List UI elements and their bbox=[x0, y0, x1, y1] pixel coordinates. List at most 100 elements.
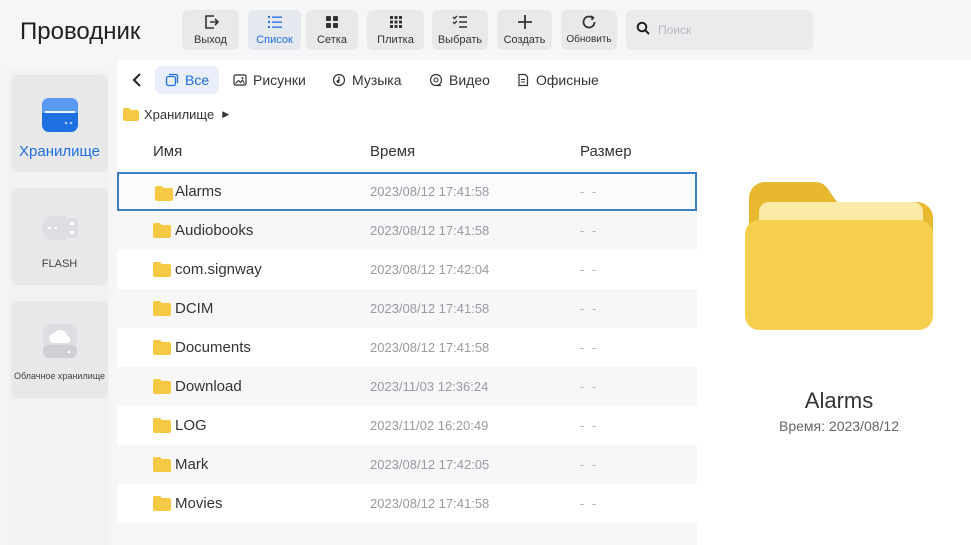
folder-icon bbox=[153, 340, 171, 355]
main-panel: Все Рисунки Музыка Видео Офисные Хранили… bbox=[117, 60, 971, 545]
sidebar-item-cloud-storage[interactable]: Облачное хранилище bbox=[11, 301, 108, 398]
preview-panel: Alarms Время: 2023/08/12 bbox=[697, 100, 971, 545]
storage-icon bbox=[40, 95, 80, 135]
file-explorer-app: Проводник Выход Список Сетка Плитка Выбр… bbox=[0, 0, 971, 545]
breadcrumb-label: Хранилище bbox=[144, 107, 215, 122]
all-files-icon bbox=[165, 73, 179, 87]
tile-view-button[interactable]: Плитка bbox=[367, 10, 424, 50]
large-folder-icon bbox=[745, 182, 933, 330]
table-row[interactable]: Movies 2023/08/12 17:41:58 - - bbox=[117, 484, 697, 523]
folder-icon bbox=[153, 262, 171, 277]
grid-view-button[interactable]: Сетка bbox=[306, 10, 358, 50]
app-title: Проводник bbox=[20, 18, 141, 45]
file-name: Alarms bbox=[175, 183, 222, 200]
table-row[interactable]: Alarms 2023/08/12 17:41:58 - - bbox=[117, 172, 697, 211]
select-button[interactable]: Выбрать bbox=[432, 10, 488, 50]
file-name: Movies bbox=[175, 495, 223, 512]
tab-label: Офисные bbox=[536, 72, 599, 88]
file-name: DCIM bbox=[175, 300, 214, 317]
sidebar-item-label: Хранилище bbox=[19, 143, 100, 160]
tab-label: Музыка bbox=[352, 72, 402, 88]
file-size: - - bbox=[580, 457, 599, 472]
table-row[interactable]: LOG 2023/11/02 16:20:49 - - bbox=[117, 406, 697, 445]
tab-music[interactable]: Музыка bbox=[322, 66, 412, 94]
create-label: Создать bbox=[503, 34, 546, 46]
folder-icon bbox=[153, 301, 171, 316]
sidebar: Хранилище FLASH Облачное хранилище bbox=[7, 70, 109, 545]
table-row bbox=[117, 523, 697, 545]
table-row[interactable]: Audiobooks 2023/08/12 17:41:58 - - bbox=[117, 211, 697, 250]
folder-icon bbox=[153, 379, 171, 394]
table-row[interactable]: DCIM 2023/08/12 17:41:58 - - bbox=[117, 289, 697, 328]
usb-flash-icon bbox=[40, 208, 80, 248]
exit-button[interactable]: Выход bbox=[182, 10, 239, 50]
table-row[interactable]: Download 2023/11/03 12:36:24 - - bbox=[117, 367, 697, 406]
create-button[interactable]: Создать bbox=[497, 10, 552, 50]
column-header-name[interactable]: Имя bbox=[153, 143, 182, 160]
cloud-storage-icon bbox=[40, 321, 80, 361]
tab-office[interactable]: Офисные bbox=[506, 66, 609, 94]
column-header-size[interactable]: Размер bbox=[580, 143, 632, 160]
file-time: 2023/11/02 16:20:49 bbox=[370, 418, 489, 433]
file-size: - - bbox=[580, 184, 599, 199]
file-size: - - bbox=[580, 301, 599, 316]
list-icon bbox=[267, 13, 283, 31]
file-name: Audiobooks bbox=[175, 222, 254, 239]
file-size: - - bbox=[580, 340, 599, 355]
file-name: Mark bbox=[175, 456, 209, 473]
search-input[interactable] bbox=[658, 23, 798, 37]
file-size: - - bbox=[580, 262, 599, 277]
sidebar-item-storage[interactable]: Хранилище bbox=[11, 75, 108, 172]
multi-select-icon bbox=[452, 13, 468, 31]
file-size: - - bbox=[580, 496, 599, 511]
file-name: LOG bbox=[175, 417, 207, 434]
breadcrumb[interactable]: Хранилище ▶ bbox=[123, 107, 229, 122]
file-list: Хранилище ▶ Имя Время Размер Alarms 2023… bbox=[117, 100, 697, 545]
tab-pictures[interactable]: Рисунки bbox=[223, 66, 316, 94]
list-view-button[interactable]: Список bbox=[248, 10, 301, 50]
file-time: 2023/08/12 17:41:58 bbox=[370, 223, 490, 238]
back-icon[interactable] bbox=[127, 70, 147, 90]
grid-label: Сетка bbox=[317, 34, 347, 46]
folder-icon bbox=[153, 457, 171, 472]
select-label: Выбрать bbox=[437, 34, 483, 46]
picture-icon bbox=[233, 73, 247, 87]
file-time: 2023/08/12 17:42:05 bbox=[370, 457, 490, 472]
tab-label: Видео bbox=[449, 72, 490, 88]
table-row[interactable]: com.signway 2023/08/12 17:42:04 - - bbox=[117, 250, 697, 289]
tab-label: Рисунки bbox=[253, 72, 306, 88]
tab-all[interactable]: Все bbox=[155, 66, 220, 94]
sidebar-item-flash[interactable]: FLASH bbox=[11, 188, 108, 285]
folder-icon bbox=[153, 418, 171, 433]
column-header-time[interactable]: Время bbox=[370, 143, 415, 160]
tab-label: Все bbox=[185, 72, 210, 88]
file-time: 2023/08/12 17:42:04 bbox=[370, 262, 490, 277]
grid-icon bbox=[325, 13, 339, 31]
document-icon bbox=[516, 73, 530, 87]
tab-video[interactable]: Видео bbox=[419, 66, 500, 94]
file-time: 2023/08/12 17:41:58 bbox=[370, 496, 490, 511]
refresh-button[interactable]: Обновить bbox=[561, 10, 617, 50]
video-icon bbox=[429, 73, 443, 87]
table-row[interactable]: Mark 2023/08/12 17:42:05 - - bbox=[117, 445, 697, 484]
exit-icon bbox=[203, 13, 219, 31]
header: Проводник Выход Список Сетка Плитка Выбр… bbox=[0, 0, 971, 60]
refresh-icon bbox=[581, 13, 597, 31]
search-box[interactable] bbox=[626, 10, 813, 50]
preview-file-name: Alarms bbox=[804, 388, 874, 413]
file-size: - - bbox=[580, 418, 599, 433]
table-row[interactable]: Documents 2023/08/12 17:41:58 - - bbox=[117, 328, 697, 367]
file-name: Documents bbox=[175, 339, 251, 356]
file-time: 2023/08/12 17:41:58 bbox=[370, 340, 490, 355]
sidebar-item-label: FLASH bbox=[41, 258, 78, 270]
file-size: - - bbox=[580, 223, 599, 238]
preview-file-time: Время: 2023/08/12 bbox=[779, 418, 899, 434]
file-name: Download bbox=[175, 378, 242, 395]
list-label: Список bbox=[256, 34, 293, 46]
folder-icon bbox=[123, 108, 139, 121]
folder-icon bbox=[153, 496, 171, 511]
file-name: com.signway bbox=[175, 261, 262, 278]
file-time: 2023/11/03 12:36:24 bbox=[370, 379, 489, 394]
tile-icon bbox=[389, 13, 403, 31]
folder-icon bbox=[155, 186, 173, 201]
